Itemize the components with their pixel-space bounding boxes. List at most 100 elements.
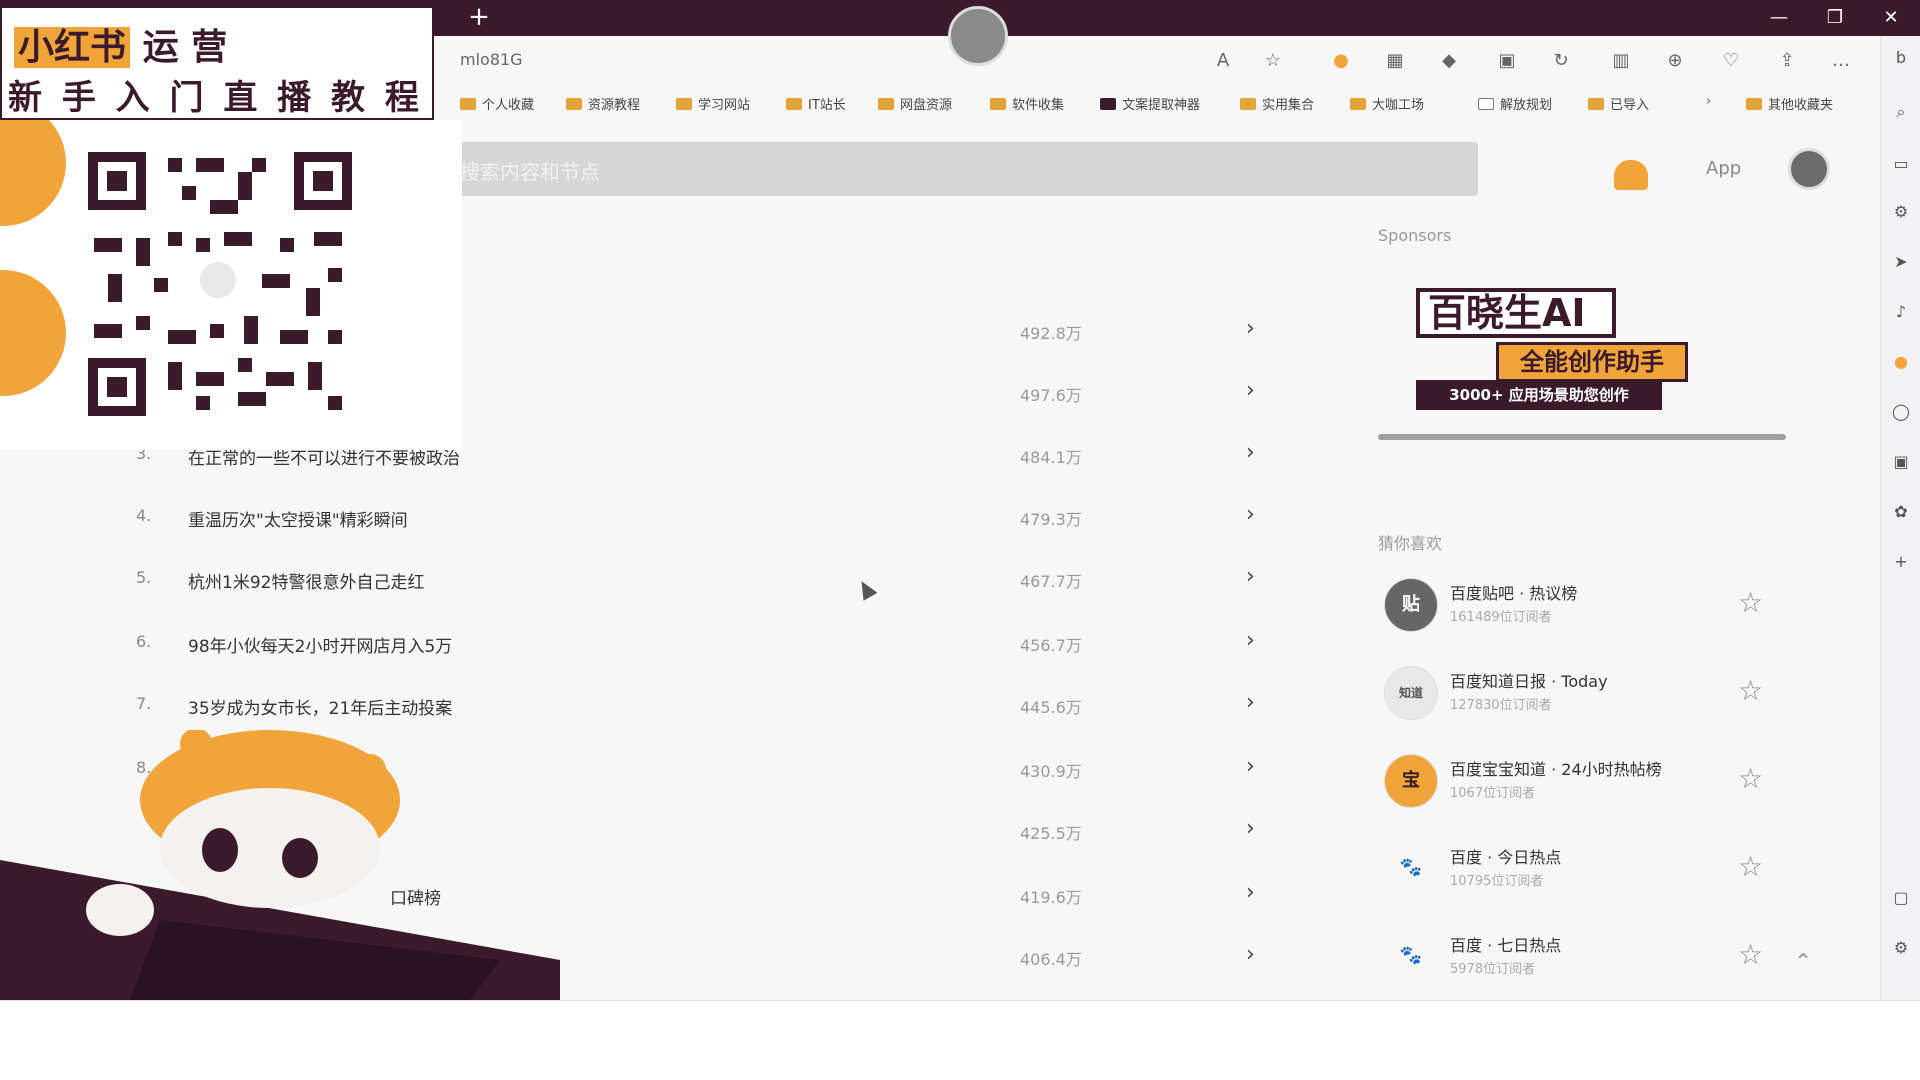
scroll-top-chevron-icon[interactable]: ⌃ — [1794, 950, 1812, 975]
tiktok-icon[interactable]: ♪ — [1889, 300, 1913, 324]
chevron-right-icon[interactable]: › — [1246, 628, 1255, 653]
hot-list-row[interactable]: 7. 35岁成为女市长，21年后主动投案 445.6万 › — [120, 686, 1270, 726]
chevron-right-icon[interactable]: › — [1246, 378, 1255, 403]
folder-icon — [786, 97, 802, 110]
search-input[interactable]: 搜索内容和节点 — [460, 142, 1478, 196]
sponsors-label: Sponsors — [1378, 226, 1452, 245]
user-avatar[interactable] — [1788, 148, 1830, 190]
ad-base — [1378, 434, 1786, 440]
recommend-item[interactable]: 贴 百度贴吧 · 热议榜 161489位订阅者 ☆ — [1378, 574, 1778, 638]
bookmark-item[interactable]: 文案提取神器 — [1100, 94, 1200, 113]
add-icon[interactable]: + — [1889, 550, 1913, 574]
star-icon[interactable]: ☆ — [1738, 674, 1763, 707]
bing-icon[interactable]: b — [1889, 46, 1913, 70]
bookmark-item[interactable]: 网盘资源 — [878, 94, 952, 113]
promo-banner: 小红书 运 营 新 手 入 门 直 播 教 程 — [0, 6, 434, 120]
qr-logo — [196, 258, 240, 302]
recommend-item[interactable]: 🐾 百度 · 七日热点 5978位订阅者 ☆ — [1378, 926, 1778, 990]
page-icon — [1478, 97, 1494, 110]
chevron-right-icon[interactable]: › — [1246, 942, 1255, 967]
url-text[interactable]: mlo81G — [460, 50, 523, 69]
more-icon[interactable]: … — [1830, 50, 1852, 72]
promo-brand-suffix: 运 营 — [142, 27, 228, 68]
recommend-item[interactable]: 宝 百度宝宝知道 · 24小时热帖榜 1067位订阅者 ☆ — [1378, 750, 1778, 814]
extension-icon[interactable]: ▦ — [1384, 50, 1406, 72]
hot-list-row[interactable]: 6. 98年小伙每天2小时开网店月入5万 456.7万 › — [120, 624, 1270, 664]
send-icon[interactable]: ➤ — [1889, 250, 1913, 274]
star-icon[interactable]: ☆ — [1738, 586, 1763, 619]
bookmark-item[interactable]: 大咖工场 — [1350, 94, 1424, 113]
share-icon[interactable]: ⇪ — [1776, 50, 1798, 72]
heart-icon[interactable]: ♡ — [1720, 50, 1742, 72]
bookmarks-overflow-chevron-icon[interactable]: › — [1706, 94, 1711, 109]
favorite-icon[interactable]: ☆ — [1262, 50, 1284, 72]
folder-icon — [1240, 97, 1256, 110]
qr-finder — [88, 152, 146, 210]
bookmark-item[interactable]: 已导入 — [1588, 94, 1649, 113]
promo-brand: 小红书 — [14, 27, 131, 68]
folder-icon — [990, 97, 1006, 110]
ad-tagline: 全能创作助手 — [1496, 342, 1688, 382]
star-icon[interactable]: ☆ — [1738, 938, 1763, 971]
screenshot-icon[interactable]: ▢ — [1889, 886, 1913, 910]
qr-finder — [294, 152, 352, 210]
extension-icon[interactable]: ▣ — [1496, 50, 1518, 72]
bookmark-item[interactable]: 学习网站 — [676, 94, 750, 113]
qr-finder — [88, 358, 146, 416]
hot-list-row[interactable]: 5. 杭州1米92特警很意外自己走红 467.7万 › — [120, 560, 1270, 600]
folder-icon — [566, 97, 582, 110]
star-icon[interactable]: ☆ — [1738, 850, 1763, 883]
bookmark-item[interactable]: 资源教程 — [566, 94, 640, 113]
recommend-item[interactable]: 知道 百度知道日报 · Today 127830位订阅者 ☆ — [1378, 662, 1778, 726]
chevron-right-icon[interactable]: › — [1246, 754, 1255, 779]
bookmark-item[interactable]: IT站长 — [786, 94, 846, 113]
extension-icon[interactable]: ● — [1330, 50, 1352, 72]
search-placeholder: 搜索内容和节点 — [460, 160, 600, 184]
ad-strip: 3000+ 应用场景助您创作 — [1416, 380, 1662, 410]
split-icon[interactable]: ▥ — [1610, 50, 1632, 72]
extension-icon[interactable]: ◆ — [1438, 50, 1460, 72]
avatar: 宝 — [1384, 754, 1438, 808]
bookmark-item[interactable]: 其他收藏夹 — [1746, 94, 1833, 113]
refresh-icon[interactable]: ↻ — [1550, 50, 1572, 72]
app-link[interactable]: App — [1706, 158, 1741, 179]
minimize-button[interactable]: — — [1764, 6, 1794, 30]
bookmark-item[interactable]: 解放规划 — [1478, 94, 1552, 113]
bookmark-item[interactable]: 实用集合 — [1240, 94, 1314, 113]
app-icon[interactable]: ● — [1889, 350, 1913, 374]
chevron-right-icon[interactable]: › — [1246, 564, 1255, 589]
search-icon[interactable]: ⌕ — [1889, 100, 1913, 124]
mascot-icon[interactable] — [1614, 160, 1648, 190]
folder-icon — [878, 97, 894, 110]
bookmarks-bar: 个人收藏 资源教程 学习网站 IT站长 网盘资源 软件收集 文案提取神器 实用集… — [460, 90, 1880, 122]
tools-icon[interactable]: ⚙ — [1889, 200, 1913, 224]
game-icon[interactable]: ▣ — [1889, 450, 1913, 474]
browser-sidebar: b ⌕ ▭ ⚙ ➤ ♪ ● ◯ ▣ ✿ + ▢ ⚙ — [1880, 36, 1920, 1080]
shopping-icon[interactable]: ▭ — [1889, 152, 1913, 176]
profile-avatar[interactable] — [948, 6, 1008, 66]
bookmark-item[interactable]: 软件收集 — [990, 94, 1064, 113]
chevron-right-icon[interactable]: › — [1246, 690, 1255, 715]
chevron-right-icon[interactable]: › — [1246, 440, 1255, 465]
recommend-item[interactable]: 🐾 百度 · 今日热点 10795位订阅者 ☆ — [1378, 838, 1778, 902]
chevron-right-icon[interactable]: › — [1246, 316, 1255, 341]
hot-list-row[interactable]: 4. 重温历次"太空授课"精彩瞬间 479.3万 › — [120, 498, 1270, 538]
maximize-button[interactable]: ❐ — [1820, 6, 1850, 30]
avatar: 知道 — [1384, 666, 1438, 720]
folder-icon — [460, 97, 476, 110]
close-button[interactable]: ✕ — [1876, 6, 1906, 30]
chevron-right-icon[interactable]: › — [1246, 502, 1255, 527]
collections-icon[interactable]: ⊕ — [1664, 50, 1686, 72]
bookmark-item[interactable]: 个人收藏 — [460, 94, 534, 113]
star-icon[interactable]: ☆ — [1738, 762, 1763, 795]
chevron-right-icon[interactable]: › — [1246, 816, 1255, 841]
circle-icon[interactable]: ◯ — [1889, 400, 1913, 424]
chevron-right-icon[interactable]: › — [1246, 880, 1255, 905]
folder-icon — [1588, 97, 1604, 110]
flower-icon[interactable]: ✿ — [1889, 500, 1913, 524]
sponsor-ad[interactable]: 百晓生AI 全能创作助手 3000+ 应用场景助您创作 — [1378, 268, 1786, 446]
settings-icon[interactable]: ⚙ — [1889, 936, 1913, 960]
ad-brand: 百晓生AI — [1416, 288, 1616, 338]
new-tab-button[interactable]: + — [466, 4, 492, 30]
read-aloud-icon[interactable]: A — [1212, 50, 1234, 72]
